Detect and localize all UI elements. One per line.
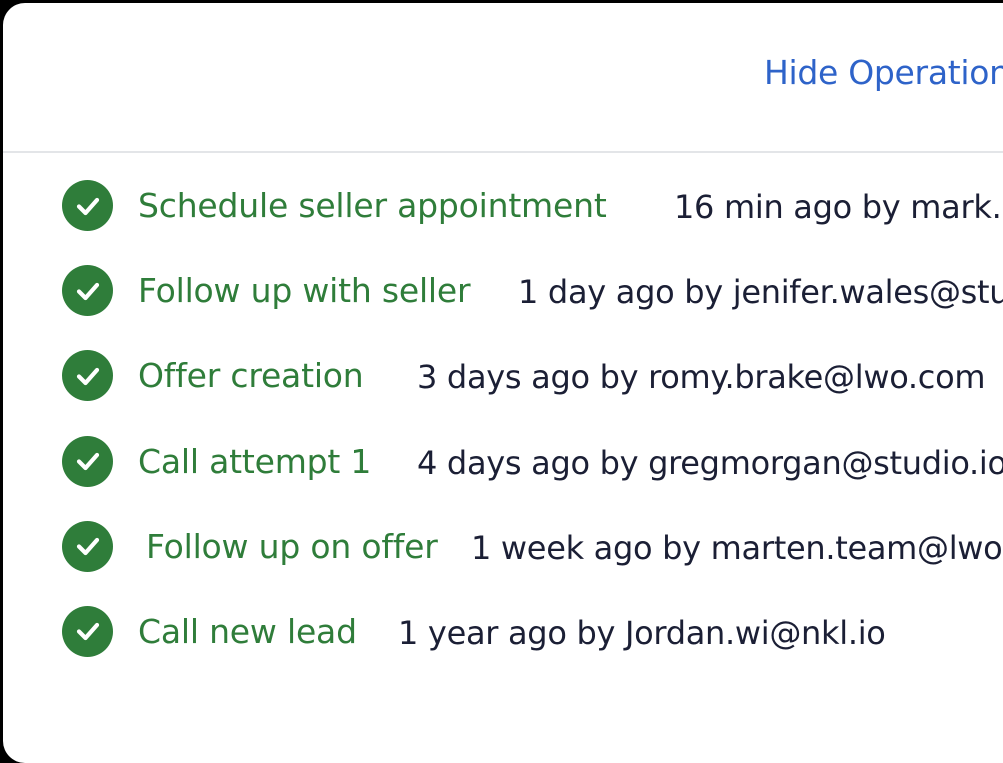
operation-title[interactable]: Follow up with seller [138,271,471,310]
check-circle-icon [62,265,113,317]
operation-title[interactable]: Call new lead [138,612,357,651]
operation-title[interactable]: Call attempt 1 [138,442,371,481]
check-circle-icon [62,605,113,657]
check-circle-icon [62,435,113,487]
operation-meta: 1 week ago by marten.team@lwo. [471,528,1003,567]
operations-panel: Hide Operation Schedule seller appointme… [3,3,1003,763]
operation-meta: 1 day ago by jenifer.wales@stu [518,273,1003,312]
operation-title[interactable]: Schedule seller appointment [138,186,607,225]
check-circle-icon [62,350,113,402]
operation-meta: 1 year ago by Jordan.wi@nkl.io [398,613,886,652]
operation-title[interactable]: Follow up on offer [146,527,438,566]
operation-meta: 16 min ago by mark.b [674,188,1003,226]
hide-operations-link[interactable]: Hide Operation [764,53,1003,92]
operation-meta: 3 days ago by romy.brake@lwo.com [417,358,986,397]
check-circle-icon [62,180,113,231]
operation-meta: 4 days ago by gregmorgan@studio.io [417,443,1003,482]
check-circle-icon [62,520,113,572]
panel-header: Hide Operation [3,3,1003,153]
operation-title[interactable]: Offer creation [138,356,364,395]
